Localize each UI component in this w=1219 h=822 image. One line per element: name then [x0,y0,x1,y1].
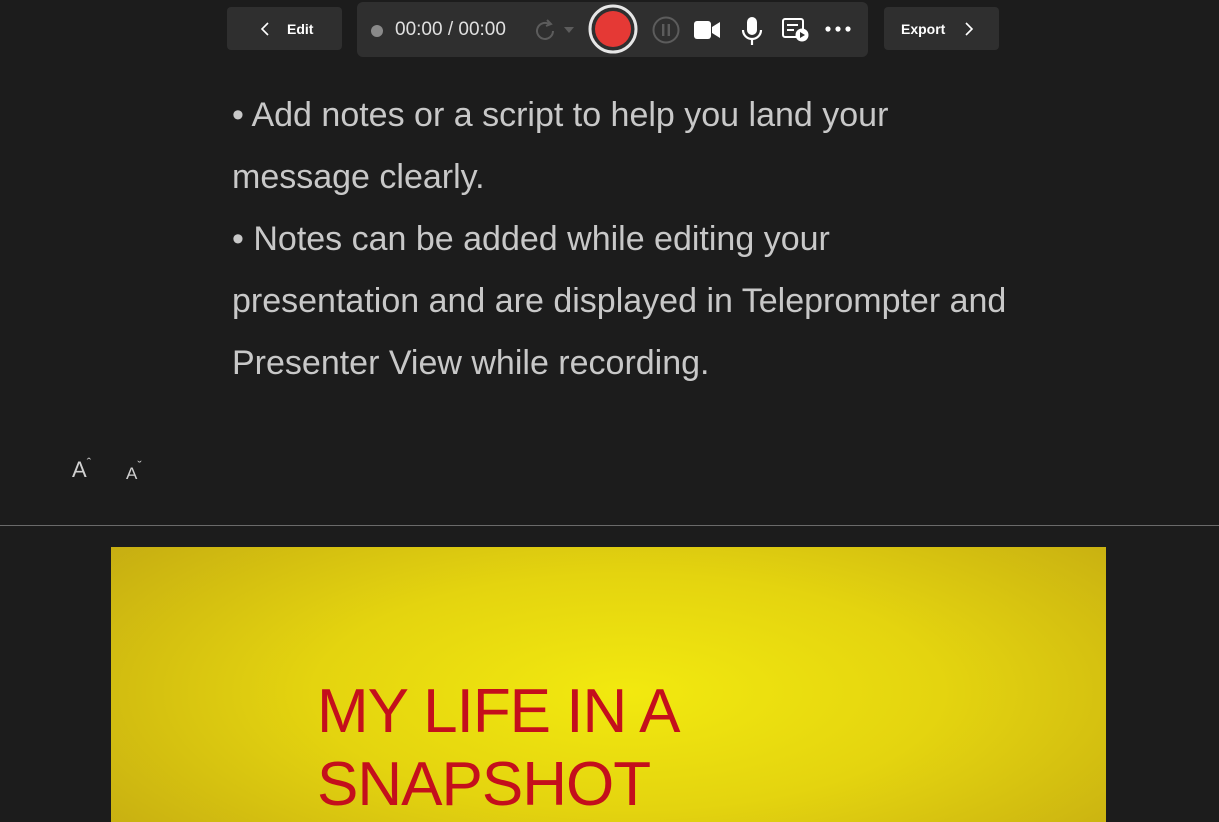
font-decrease-icon: Aˇ [126,458,142,483]
edit-button-label: Edit [287,20,314,37]
slide-preview: MY LIFE IN A SNAPSHOT [111,547,1106,822]
font-increase-icon: Aˆ [72,455,92,483]
notes-paragraph: • Notes can be added while editing your … [232,220,1007,382]
chevron-right-icon [965,21,974,36]
chevron-left-icon [260,21,269,36]
dropdown-caret-icon[interactable] [563,25,575,35]
pause-icon[interactable] [651,15,681,45]
recording-dot-icon [371,25,383,37]
teleprompter-icon[interactable] [781,16,811,44]
retake-icon[interactable] [531,17,559,45]
slide-title: MY LIFE IN A SNAPSHOT [317,675,680,821]
slide-title-line: SNAPSHOT [317,750,651,819]
microphone-icon[interactable] [739,15,765,47]
recording-controls: 00:00 / 00:00 [357,2,868,57]
recording-studio: Edit 00:00 / 00:00 Export • Add notes or… [0,0,1219,822]
recording-timer: 00:00 / 00:00 [395,19,506,40]
more-options-icon[interactable] [823,24,853,34]
export-button-label: Export [901,20,946,37]
section-divider [0,525,1219,526]
font-decrease-button[interactable]: Aˇ [126,455,142,487]
edit-button[interactable]: Edit [227,7,342,50]
export-button[interactable]: Export [884,7,999,50]
notes-paragraph: • Add notes or a script to help you land… [232,96,889,196]
record-icon[interactable] [588,4,638,54]
font-increase-button[interactable]: Aˆ [72,452,91,483]
camera-icon[interactable] [693,18,723,42]
slide-title-line: MY LIFE IN A [317,677,680,746]
teleprompter-notes: • Add notes or a script to help you land… [232,84,1022,394]
